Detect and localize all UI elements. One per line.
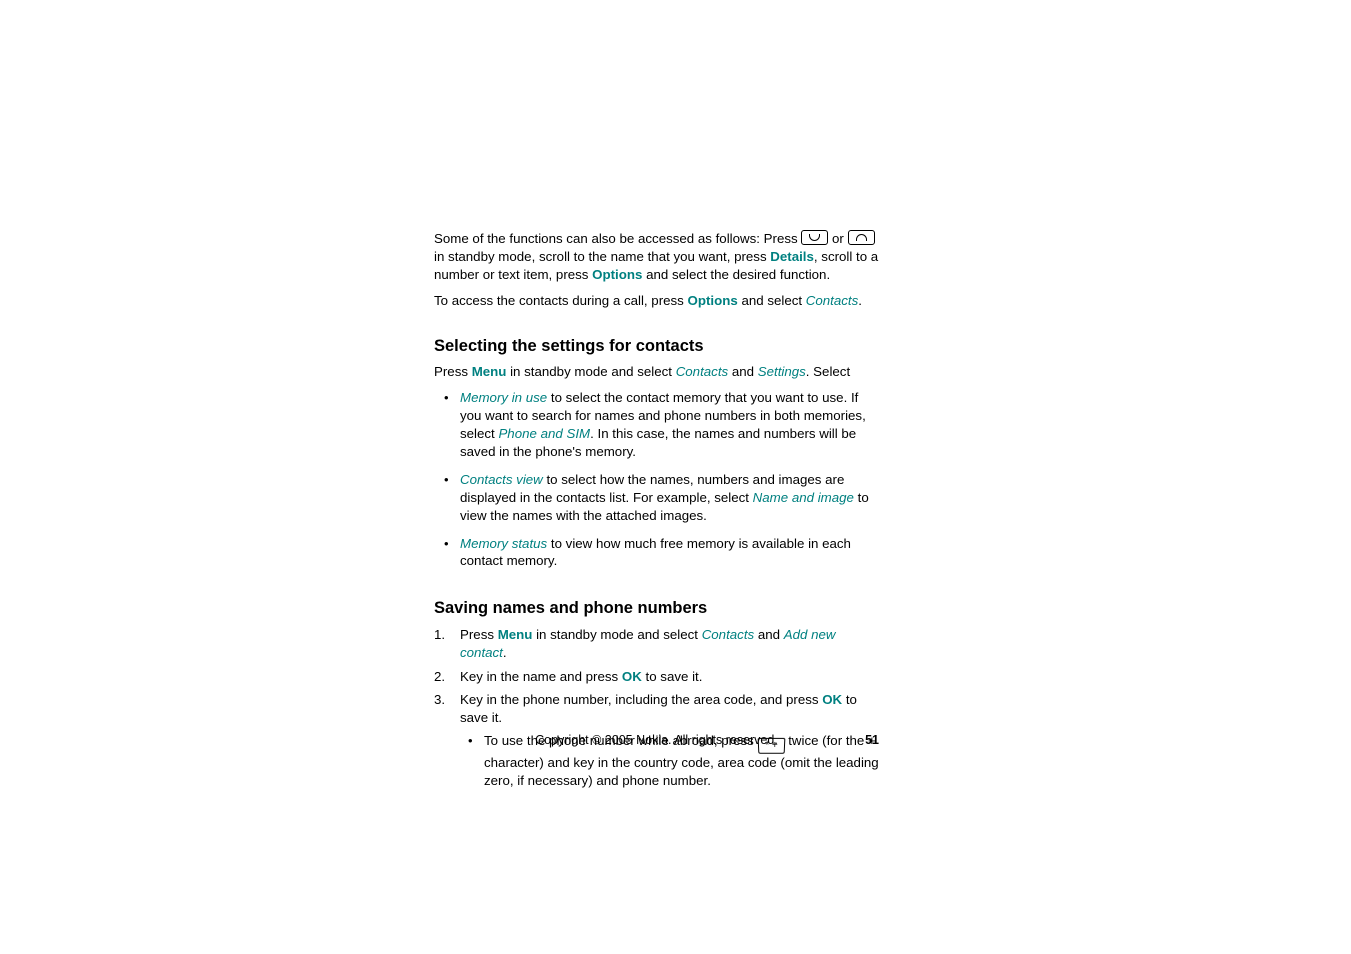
bullet-memory-in-use: Memory in use to select the contact memo…: [434, 389, 879, 461]
page-footer: Copyright © 2005 Nokia. All rights reser…: [434, 733, 879, 747]
step-1: 1. Press Menu in standby mode and select…: [434, 626, 879, 662]
options-label: Options: [592, 267, 642, 282]
heading-saving-names: Saving names and phone numbers: [434, 580, 879, 619]
paragraph-access-functions: Some of the functions can also be access…: [434, 230, 879, 284]
heading-selecting-settings: Selecting the settings for contacts: [434, 318, 879, 357]
settings-menu-item: Settings: [758, 364, 806, 379]
ok-label: OK: [622, 669, 642, 684]
details-label: Details: [770, 249, 814, 264]
bullet-memory-status: Memory status to view how much free memo…: [434, 535, 879, 571]
options-label: Options: [688, 293, 738, 308]
contacts-menu-item: Contacts: [702, 627, 754, 642]
copyright-text: Copyright © 2005 Nokia. All rights reser…: [434, 733, 879, 747]
page-content: Some of the functions can also be access…: [434, 230, 879, 796]
paragraph-press-menu-settings: Press Menu in standby mode and select Co…: [434, 363, 879, 381]
ok-label: OK: [822, 692, 842, 707]
contacts-menu-item: Contacts: [806, 293, 858, 308]
settings-bullet-list: Memory in use to select the contact memo…: [434, 389, 879, 570]
saving-steps-list: 1. Press Menu in standby mode and select…: [434, 626, 879, 791]
menu-label: Menu: [498, 627, 533, 642]
contacts-menu-item: Contacts: [676, 364, 728, 379]
paragraph-access-during-call: To access the contacts during a call, pr…: [434, 292, 879, 310]
scroll-up-key-icon: [848, 230, 875, 245]
step-2: 2. Key in the name and press OK to save …: [434, 668, 879, 686]
page-number: 51: [865, 733, 879, 747]
scroll-down-key-icon: [801, 230, 828, 245]
bullet-contacts-view: Contacts view to select how the names, n…: [434, 471, 879, 525]
page: Some of the functions can also be access…: [0, 0, 1351, 954]
menu-label: Menu: [472, 364, 507, 379]
